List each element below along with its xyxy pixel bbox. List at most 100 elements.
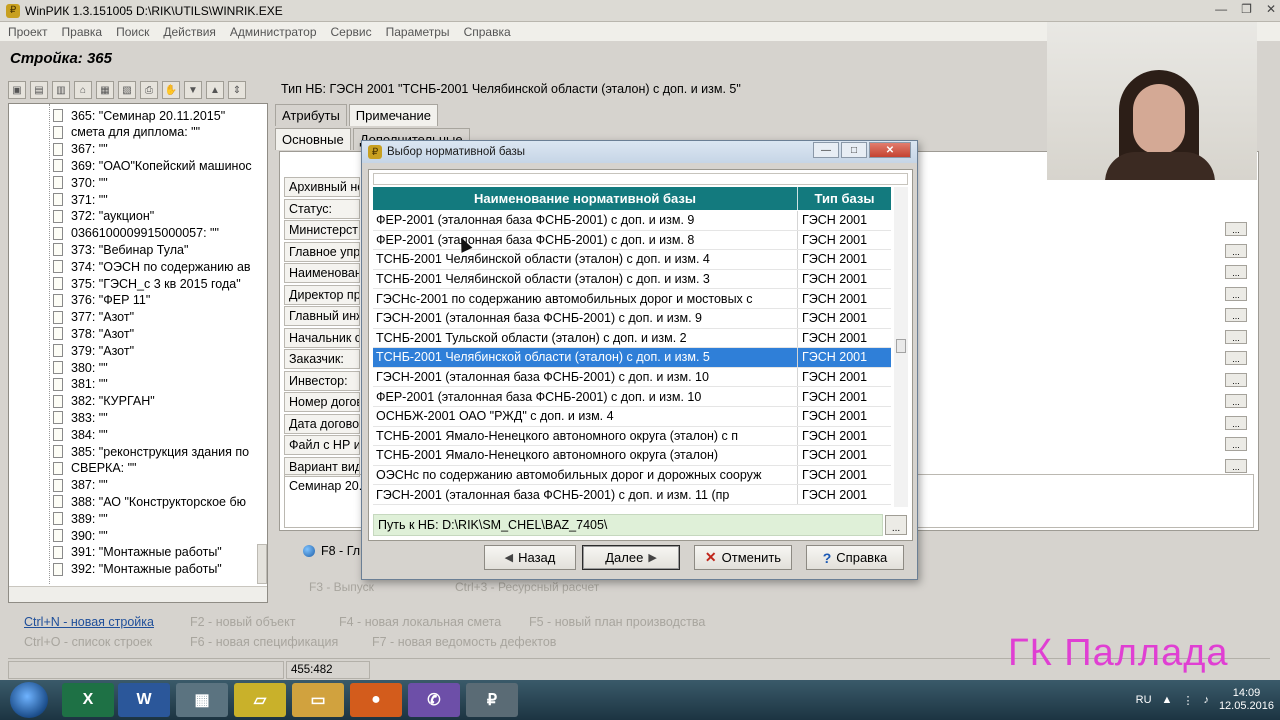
tree-item[interactable]: 0366100009915000057: "" [53,225,219,242]
form-field-browse-button[interactable]: ... [1225,222,1247,236]
open-folder-icon[interactable]: ▣ [8,81,26,99]
tree-item[interactable]: 379: "Азот" [53,342,134,359]
arrow-down-icon[interactable]: ▼ [184,81,202,99]
form-field-browse-button[interactable]: ... [1225,437,1247,451]
norm-base-row[interactable]: ОЭСНс по содержанию автомобильных дорог … [373,465,891,486]
tree-item[interactable]: 380: "" [53,359,108,376]
grid-vertical-scrollbar[interactable] [894,187,908,507]
tree-item[interactable]: 389: "" [53,510,108,527]
word-app-icon[interactable]: W [118,683,170,717]
tree-item[interactable]: 387: "" [53,477,108,494]
form-field-browse-button[interactable]: ... [1225,458,1247,473]
grid-icon[interactable]: ▦ [96,81,114,99]
column-name-header[interactable]: Наименование нормативной базы [373,187,798,210]
tree-item[interactable]: 371: "" [53,191,108,208]
form-field-browse-button[interactable]: ... [1225,329,1247,344]
menu-actions[interactable]: Действия [163,25,216,39]
hotkey-new-project[interactable]: Ctrl+N - новая стройка [24,615,154,629]
back-button[interactable]: ◀ Назад [484,545,576,570]
tree-item[interactable]: 376: "ФЕР 11" [53,292,150,309]
menu-edit[interactable]: Правка [62,25,103,39]
norm-base-row[interactable]: ТСНБ-2001 Тульской области (эталон) с до… [373,328,891,349]
excel-app-icon[interactable]: X [62,683,114,717]
form-field-browse-button[interactable]: ... [1225,351,1247,365]
explorer-app-icon[interactable]: ▭ [292,683,344,717]
tree-item[interactable]: 384: "" [53,426,108,443]
calc-icon[interactable]: ▧ [118,81,136,99]
volume-icon[interactable]: ♪ [1203,694,1209,706]
sticky-notes-app-icon[interactable]: ▱ [234,683,286,717]
norm-base-row[interactable]: ФЕР-2001 (эталонная база ФСНБ-2001) с до… [373,211,891,231]
minimize-button[interactable]: — [1215,2,1227,16]
tree-item[interactable]: СВЕРКА: "" [53,460,136,477]
arrow-up-icon[interactable]: ▲ [206,81,224,99]
next-button[interactable]: Далее ▶ [582,545,680,570]
scrollbar-thumb[interactable] [896,339,906,353]
form-field-browse-button[interactable]: ... [1225,394,1247,408]
tree-item[interactable]: 377: "Азот" [53,309,134,326]
maximize-button[interactable]: ❐ [1241,2,1252,16]
tree-vertical-scrollbar[interactable] [257,544,267,584]
firefox-app-icon[interactable]: ● [350,683,402,717]
tab-attributes[interactable]: Атрибуты [275,104,347,126]
form-field-browse-button[interactable]: ... [1225,286,1247,301]
norm-base-row[interactable]: ГЭСНс-2001 по содержанию автомобильных д… [373,289,891,309]
dialog-minimize-button[interactable]: — [813,142,839,158]
menu-params[interactable]: Параметры [386,25,450,39]
tree-item[interactable]: 374: "ОЭСН по содержанию ав [53,258,251,275]
menu-project[interactable]: Проект [8,25,48,39]
cancel-button[interactable]: ✕ Отменить [694,545,792,570]
clock[interactable]: 14:09 12.05.2016 [1219,687,1274,713]
tree-item[interactable]: 385: "реконструкция здания по [53,443,249,460]
dialog-close-button[interactable]: ✕ [869,142,911,158]
tree-item[interactable]: 381: "" [53,376,108,393]
tree-item[interactable]: 375: "ГЭСН_с 3 кв 2015 года" [53,275,241,292]
norm-base-row[interactable]: ТСНБ-2001 Челябинской области (эталон) с… [373,250,891,270]
print-icon[interactable]: ⎙ [140,81,158,99]
form-field-browse-button[interactable]: ... [1225,265,1247,279]
norm-base-row[interactable]: ГЭСН-2001 (эталонная база ФСНБ-2001) с д… [373,485,891,505]
menu-service[interactable]: Сервис [331,25,372,39]
menu-help[interactable]: Справка [464,25,511,39]
tree-item[interactable]: 392: "Монтажные работы" [53,561,222,578]
norm-base-row[interactable]: ГЭСН-2001 (эталонная база ФСНБ-2001) с д… [373,309,891,329]
column-type-header[interactable]: Тип базы [798,187,891,210]
norm-base-row[interactable]: ТСНБ-2001 Челябинской области (эталон) с… [373,269,891,290]
home-icon[interactable]: ⌂ [74,81,92,99]
norm-base-row[interactable]: ТСНБ-2001 Челябинской области (эталон) с… [373,348,891,368]
tab-main[interactable]: Основные [275,128,351,150]
tree-horizontal-scrollbar[interactable] [9,586,267,602]
tray-up-icon[interactable]: ▲ [1162,694,1173,706]
norm-base-row[interactable]: ОСНБЖ-2001 ОАО "РЖД" с доп. и изм. 4 ГЭСН… [373,407,891,427]
tab-notes[interactable]: Примечание [348,104,439,126]
sort-icon[interactable]: ⇕ [228,81,246,99]
calculator-app-icon[interactable]: ▦ [176,683,228,717]
form-field-browse-button[interactable]: ... [1225,308,1247,322]
tree-item[interactable]: 373: "Вебинар Тула" [53,241,188,258]
new-doc-icon[interactable]: ▤ [30,81,48,99]
norm-base-row[interactable]: ФЕР-2001 (эталонная база ФСНБ-2001) с до… [373,230,891,251]
form-field-browse-button[interactable]: ... [1225,415,1247,430]
tree-item[interactable]: 390: "" [53,527,108,544]
hand-icon[interactable]: ✋ [162,81,180,99]
menu-search[interactable]: Поиск [116,25,149,39]
tree-item[interactable]: 388: "АО "Конструкторское бю [53,493,246,510]
tree-item[interactable]: 370: "" [53,174,108,191]
form-field-browse-button[interactable]: ... [1225,243,1247,258]
tree-item[interactable]: 391: "Монтажные работы" [53,544,222,561]
tree-item[interactable]: 383: "" [53,409,108,426]
norm-base-row[interactable]: ФЕР-2001 (эталонная база ФСНБ-2001) с до… [373,387,891,407]
network-icon[interactable]: ⋮ [1182,694,1193,707]
tree-item[interactable]: 378: "Азот" [53,325,134,342]
close-button[interactable]: ✕ [1266,2,1276,16]
tree-item[interactable]: 372: "аукцион" [53,208,154,225]
winrik-app-icon[interactable]: ₽ [466,683,518,717]
norm-base-row[interactable]: ГЭСН-2001 (эталонная база ФСНБ-2001) с д… [373,367,891,388]
norm-base-row[interactable]: ТСНБ-2001 Ямало-Ненецкого автономного ок… [373,446,891,466]
help-button[interactable]: ? Справка [806,545,904,570]
tree-item[interactable]: 382: "КУРГАН" [53,393,155,410]
form-field-browse-button[interactable]: ... [1225,372,1247,387]
dialog-maximize-button[interactable]: □ [841,142,867,158]
menu-admin[interactable]: Администратор [230,25,317,39]
tree-item[interactable]: 365: "Семинар 20.11.2015" [53,107,225,124]
